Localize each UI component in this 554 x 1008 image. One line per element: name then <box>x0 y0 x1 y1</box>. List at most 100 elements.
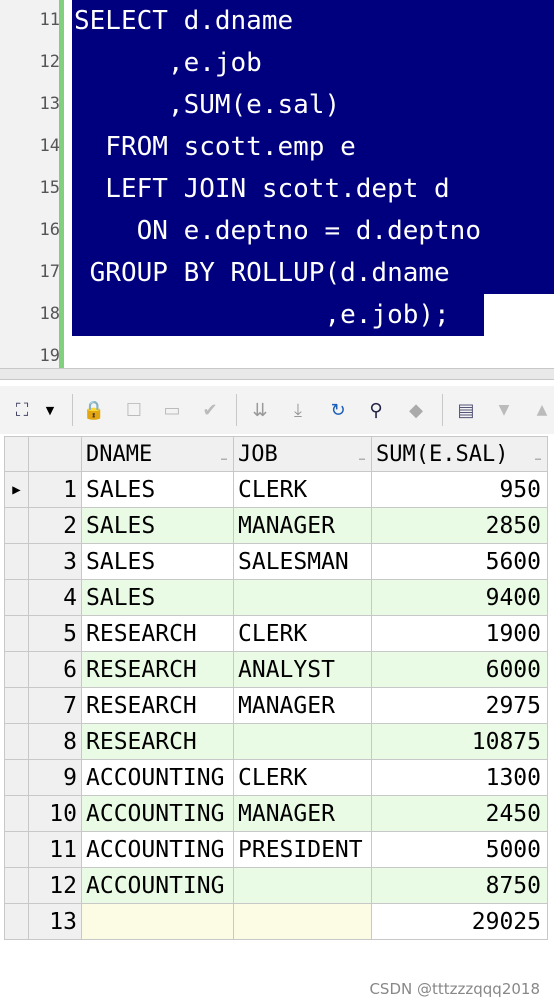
cell-sum[interactable]: 6000 <box>371 651 548 688</box>
cell-job[interactable]: SALESMAN <box>233 543 372 580</box>
row-number[interactable]: 9 <box>28 759 82 796</box>
cell-job[interactable]: CLERK <box>233 615 372 652</box>
row-indicator[interactable] <box>4 723 29 760</box>
table-row[interactable]: 9 ACCOUNTING CLERK 1300 <box>4 759 548 796</box>
table-row[interactable]: 2 SALES MANAGER 2850 <box>4 507 548 544</box>
row-indicator[interactable] <box>4 543 29 580</box>
cell-job[interactable]: MANAGER <box>233 795 372 832</box>
select-mode-icon[interactable]: ⛶ <box>10 398 34 422</box>
row-number[interactable]: 11 <box>28 831 82 868</box>
cell-job[interactable] <box>233 903 372 940</box>
comment-icon[interactable]: ▭ <box>160 398 184 422</box>
cell-sum[interactable]: 2450 <box>371 795 548 832</box>
row-indicator[interactable] <box>4 867 29 904</box>
code-line[interactable]: SELECT d.dname <box>74 0 293 42</box>
cell-job[interactable]: PRESIDENT <box>233 831 372 868</box>
table-row[interactable]: 8 RESEARCH 10875 <box>4 723 548 760</box>
cell-sum[interactable]: 1900 <box>371 615 548 652</box>
cell-sum[interactable]: 29025 <box>371 903 548 940</box>
row-number[interactable]: 13 <box>28 903 82 940</box>
row-indicator[interactable] <box>4 579 29 616</box>
row-number[interactable]: 1 <box>28 471 82 508</box>
row-number[interactable]: 6 <box>28 651 82 688</box>
cell-dname[interactable] <box>81 903 234 940</box>
clear-icon[interactable]: ◆ <box>404 398 428 422</box>
code-line[interactable]: ON e.deptno = d.deptno <box>74 210 481 252</box>
row-number[interactable]: 8 <box>28 723 82 760</box>
cell-dname[interactable]: ACCOUNTING <box>81 831 234 868</box>
cell-job[interactable]: MANAGER <box>233 687 372 724</box>
code-line[interactable]: ,e.job); <box>74 294 449 336</box>
row-indicator[interactable] <box>4 507 29 544</box>
cell-sum[interactable]: 2850 <box>371 507 548 544</box>
table-row[interactable]: 4 SALES 9400 <box>4 579 548 616</box>
lock-icon[interactable]: 🔒 <box>82 398 106 422</box>
row-indicator[interactable] <box>4 903 29 940</box>
row-indicator[interactable] <box>4 615 29 652</box>
sort-icon[interactable]: … <box>221 452 227 463</box>
cell-sum[interactable]: 10875 <box>371 723 548 760</box>
row-indicator[interactable] <box>4 795 29 832</box>
cell-sum[interactable]: 1300 <box>371 759 548 796</box>
scroll-up-icon[interactable]: ▲ <box>530 398 554 422</box>
sql-editor[interactable]: 11 SELECT d.dname 12 ,e.job 13 ,SUM(e.sal) 1… <box>0 0 554 368</box>
row-number[interactable]: 7 <box>28 687 82 724</box>
result-grid[interactable]: DNAME… JOB… SUM(E.SAL)… ▶ 1 SALES CLERK 950 2… <box>4 436 548 940</box>
table-row[interactable]: 5 RESEARCH CLERK 1900 <box>4 615 548 652</box>
cell-dname[interactable]: RESEARCH <box>81 615 234 652</box>
find-icon[interactable]: ⚲ <box>364 398 388 422</box>
row-indicator[interactable] <box>4 759 29 796</box>
last-record-icon[interactable]: ⤓ <box>286 398 310 422</box>
row-number[interactable]: 5 <box>28 615 82 652</box>
cell-dname[interactable]: SALES <box>81 543 234 580</box>
row-number[interactable]: 12 <box>28 867 82 904</box>
code-line[interactable]: GROUP BY ROLLUP(d.dname <box>74 252 450 294</box>
cell-job[interactable]: ANALYST <box>233 651 372 688</box>
cell-dname[interactable]: ACCOUNTING <box>81 795 234 832</box>
row-number[interactable]: 10 <box>28 795 82 832</box>
cell-sum[interactable]: 5000 <box>371 831 548 868</box>
add-row-icon[interactable]: ☐ <box>122 398 146 422</box>
cell-sum[interactable]: 2975 <box>371 687 548 724</box>
cell-job[interactable] <box>233 867 372 904</box>
row-indicator[interactable] <box>4 651 29 688</box>
table-row[interactable]: 11 ACCOUNTING PRESIDENT 5000 <box>4 831 548 868</box>
cell-dname[interactable]: RESEARCH <box>81 687 234 724</box>
table-row[interactable]: 12 ACCOUNTING 8750 <box>4 867 548 904</box>
sort-icon[interactable]: … <box>535 452 541 463</box>
row-indicator[interactable] <box>4 831 29 868</box>
code-line[interactable]: ,SUM(e.sal) <box>74 84 340 126</box>
column-header-sum[interactable]: SUM(E.SAL)… <box>371 436 548 472</box>
cell-sum[interactable]: 5600 <box>371 543 548 580</box>
cell-dname[interactable]: ACCOUNTING <box>81 759 234 796</box>
cell-job[interactable]: MANAGER <box>233 507 372 544</box>
cell-dname[interactable]: SALES <box>81 579 234 616</box>
cell-sum[interactable]: 9400 <box>371 579 548 616</box>
cell-job[interactable]: CLERK <box>233 759 372 796</box>
cell-dname[interactable]: ACCOUNTING <box>81 867 234 904</box>
code-line[interactable]: FROM scott.emp e <box>74 126 355 168</box>
cell-job[interactable] <box>233 723 372 760</box>
table-row[interactable]: 6 RESEARCH ANALYST 6000 <box>4 651 548 688</box>
cell-dname[interactable]: SALES <box>81 507 234 544</box>
sort-icon[interactable]: … <box>359 452 365 463</box>
table-row[interactable]: ▶ 1 SALES CLERK 950 <box>4 471 548 508</box>
cell-dname[interactable]: RESEARCH <box>81 723 234 760</box>
cell-job[interactable]: CLERK <box>233 471 372 508</box>
row-indicator[interactable] <box>4 687 29 724</box>
row-number[interactable]: 2 <box>28 507 82 544</box>
splitter[interactable] <box>0 368 554 380</box>
row-number[interactable]: 3 <box>28 543 82 580</box>
row-number[interactable]: 4 <box>28 579 82 616</box>
code-line[interactable]: LEFT JOIN scott.dept d <box>74 168 449 210</box>
cell-job[interactable] <box>233 579 372 616</box>
row-indicator[interactable]: ▶ <box>4 471 29 508</box>
check-icon[interactable]: ✔ <box>198 398 222 422</box>
next-record-icon[interactable]: ⇊ <box>248 398 272 422</box>
table-row[interactable]: 3 SALES SALESMAN 5600 <box>4 543 548 580</box>
code-line[interactable]: ,e.job <box>74 42 262 84</box>
table-row[interactable]: 13 29025 <box>4 903 548 940</box>
scroll-down-icon[interactable]: ▼ <box>492 398 516 422</box>
cell-dname[interactable]: RESEARCH <box>81 651 234 688</box>
cell-dname[interactable]: SALES <box>81 471 234 508</box>
